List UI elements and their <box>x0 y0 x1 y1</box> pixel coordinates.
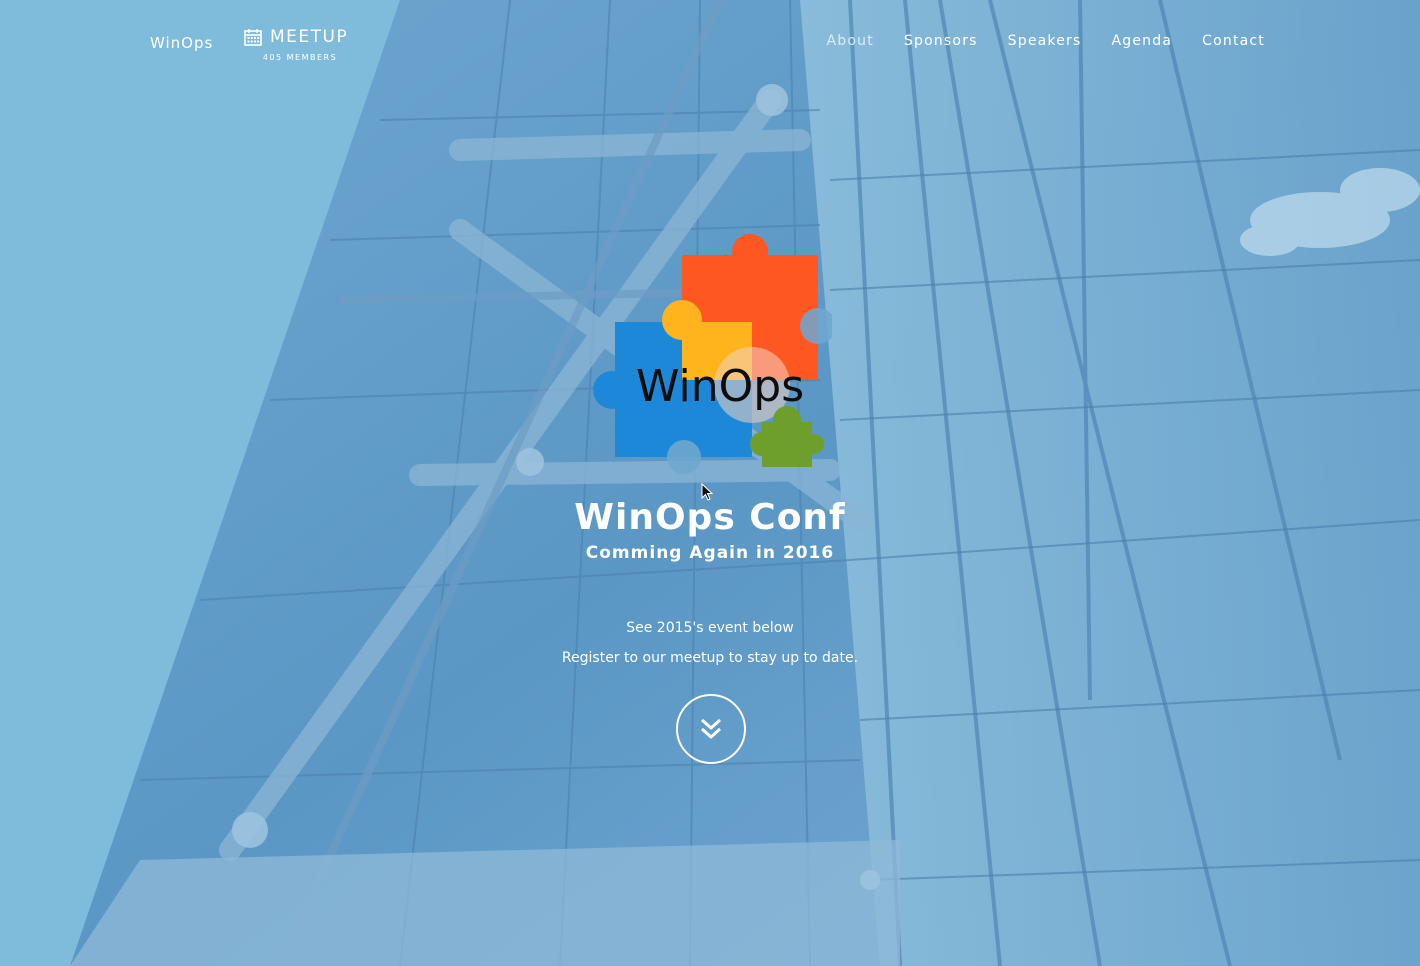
hero-section: WinOps MEETUP 405 MEMBERS About Sponsors… <box>0 0 1420 966</box>
nav-link-sponsors[interactable]: Sponsors <box>904 33 978 49</box>
meetup-header: MEETUP <box>244 27 356 47</box>
meetup-members-count: 405 MEMBERS <box>262 53 338 62</box>
meetup-label: MEETUP <box>270 27 349 47</box>
nav-link-about[interactable]: About <box>827 33 874 49</box>
brand-link[interactable]: WinOps <box>150 34 213 52</box>
nav-link-agenda[interactable]: Agenda <box>1112 33 1173 49</box>
double-chevron-down-icon <box>701 718 721 739</box>
hero-note-2015: See 2015's event below <box>626 620 794 636</box>
nav-link-contact[interactable]: Contact <box>1202 33 1265 49</box>
hero-subtitle: Comming Again in 2016 <box>585 543 835 563</box>
nav-links: About Sponsors Speakers Agenda Contact <box>827 33 1265 49</box>
top-navigation: WinOps MEETUP 405 MEMBERS About Sponsors… <box>0 0 1420 90</box>
logo-text: WinOps <box>636 361 805 412</box>
meetup-link[interactable]: MEETUP 405 MEMBERS <box>244 27 356 62</box>
calendar-icon <box>244 29 262 46</box>
nav-link-speakers[interactable]: Speakers <box>1008 33 1082 49</box>
winops-puzzle-logo <box>593 234 832 474</box>
hero-title: WinOps Conf <box>574 497 846 538</box>
scroll-down-button[interactable] <box>676 694 746 764</box>
mouse-pointer-icon <box>701 483 713 501</box>
hero-note-register: Register to our meetup to stay up to dat… <box>561 650 859 666</box>
